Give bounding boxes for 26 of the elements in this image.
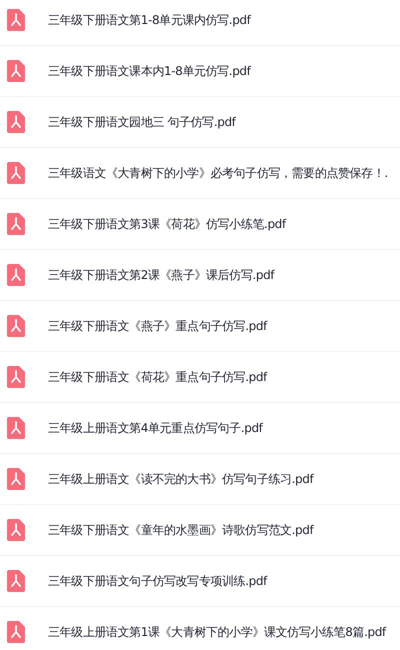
pdf-file-icon [7, 570, 25, 592]
pdf-file-icon [7, 519, 25, 541]
file-name[interactable]: 三年级上册语文第4单元重点仿写句子.pdf [48, 420, 263, 436]
pdf-file-icon [7, 315, 25, 337]
pdf-file-icon [7, 111, 25, 133]
pdf-file-icon [7, 621, 25, 643]
file-name[interactable]: 三年级下册语文句子仿写改写专项训练.pdf [48, 572, 267, 590]
file-name[interactable]: 三年级语文《大青树下的小学》必考句子仿写，需要的点赞保存！. [48, 164, 388, 182]
file-name[interactable]: 三年级上册语文《读不完的大书》仿写句子练习.pdf [48, 470, 314, 488]
file-name[interactable]: 三年级上册语文第1课《大青树下的小学》课文仿写小练笔8篇.pdf [48, 624, 386, 640]
pdf-file-icon [7, 264, 25, 286]
pdf-file-icon [7, 60, 25, 82]
file-name[interactable]: 三年级下册语文第2课《燕子》课后仿写.pdf [48, 266, 274, 284]
file-name[interactable]: 三年级下册语文第1-8单元课内仿写.pdf [48, 12, 250, 28]
pdf-file-icon [7, 366, 25, 388]
pdf-file-icon [7, 468, 25, 490]
pdf-file-icon [7, 9, 25, 31]
file-name[interactable]: 三年级下册语文《荷花》重点句子仿写.pdf [48, 368, 267, 386]
file-name[interactable]: 三年级下册语文园地三 句子仿写.pdf [48, 114, 236, 130]
file-name[interactable]: 三年级下册语文《燕子》重点句子仿写.pdf [48, 318, 267, 334]
pdf-file-icon [7, 213, 25, 235]
file-name[interactable]: 三年级下册语文课本内1-8单元仿写.pdf [48, 62, 250, 80]
pdf-file-icon [7, 162, 25, 184]
pdf-file-icon [7, 417, 25, 439]
file-name[interactable]: 三年级下册语文《童年的水墨画》诗歌仿写范文.pdf [48, 522, 314, 538]
file-name[interactable]: 三年级下册语文第3课《荷花》仿写小练笔.pdf [48, 216, 286, 232]
